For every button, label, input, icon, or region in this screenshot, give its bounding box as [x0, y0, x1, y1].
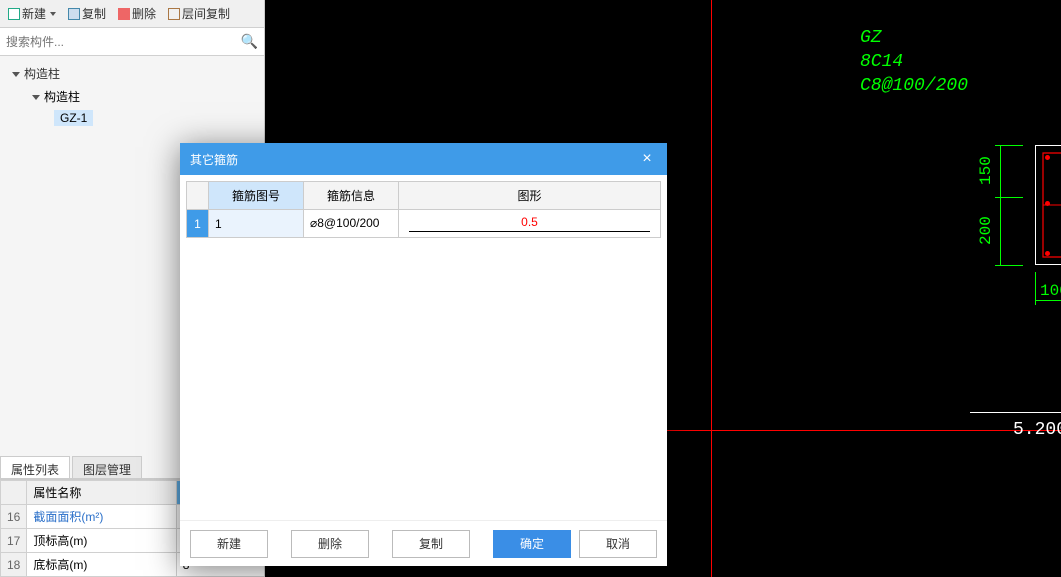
caret-icon [12, 72, 20, 77]
dlg-delete-button[interactable]: 删除 [291, 530, 369, 558]
section-range: 5.200~8.000m [1013, 420, 1061, 440]
layer-copy-label: 层间复制 [182, 5, 230, 22]
row-number: 17 [1, 529, 27, 553]
tree-group-label: 构造柱 [44, 90, 80, 104]
dialog-body: 箍筋图号 箍筋信息 图形 1 1 ⌀8@100/200 0.5 [180, 175, 667, 520]
new-label: 新建 [22, 5, 46, 22]
dialog-titlebar[interactable]: 其它箍筋 × [180, 143, 667, 175]
layer-copy-button[interactable]: 层间复制 [164, 3, 234, 24]
rebar-dot [1045, 251, 1050, 256]
dim-line [1035, 272, 1036, 305]
tree-item-gz1[interactable]: GZ-1 [4, 108, 260, 128]
new-button[interactable]: 新建 [4, 3, 60, 24]
dim-200v: 200 [977, 216, 995, 245]
tree-item-label: GZ-1 [54, 110, 93, 126]
shape-value: 0.5 [409, 215, 650, 232]
tab-property-list[interactable]: 属性列表 [0, 456, 70, 478]
caret-icon [32, 95, 40, 100]
header-fig-no[interactable]: 箍筋图号 [209, 182, 304, 210]
tree-group[interactable]: 构造柱 [4, 85, 260, 108]
section-underline [970, 412, 1061, 413]
rebar-dot [1045, 201, 1050, 206]
layer-copy-icon [168, 8, 180, 20]
copy-label: 复制 [82, 5, 106, 22]
search-input[interactable] [6, 35, 241, 49]
header-blank [1, 481, 27, 505]
column-label-stirrup: C8@100/200 [860, 76, 968, 96]
stirrup-dialog: 其它箍筋 × 箍筋图号 箍筋信息 图形 1 1 ⌀8@100/200 0.5 新… [180, 143, 667, 566]
prop-name: 底标高(m) [27, 553, 176, 577]
cell-info[interactable]: ⌀8@100/200 [304, 210, 399, 238]
column-label-bars: 8C14 [860, 52, 903, 72]
dlg-copy-button[interactable]: 复制 [392, 530, 470, 558]
copy-icon [68, 8, 80, 20]
dialog-footer: 新建 删除 复制 确定 取消 [180, 520, 667, 566]
cell-info-text: 8@100/200 [317, 216, 379, 230]
prop-name: 截面面积(m²) [27, 505, 176, 529]
axis-line-vertical [711, 0, 712, 577]
rebar-dot [1045, 155, 1050, 160]
dlg-cancel-button[interactable]: 取消 [579, 530, 657, 558]
component-toolbar: 新建 复制 删除 层间复制 [0, 0, 264, 28]
search-row: 🔍 [0, 28, 264, 56]
header-blank [187, 182, 209, 210]
stirrup-table: 箍筋图号 箍筋信息 图形 1 1 ⌀8@100/200 0.5 [186, 181, 661, 238]
copy-button[interactable]: 复制 [64, 3, 110, 24]
tree-root-label: 构造柱 [24, 67, 60, 81]
delete-button[interactable]: 删除 [114, 3, 160, 24]
dim-line [1000, 145, 1001, 265]
dlg-ok-button[interactable]: 确定 [493, 530, 571, 558]
row-number: 1 [187, 210, 209, 238]
close-icon[interactable]: × [637, 150, 657, 168]
dlg-new-button[interactable]: 新建 [190, 530, 268, 558]
dialog-title-text: 其它箍筋 [190, 151, 238, 168]
dim-line [995, 265, 1023, 266]
dim-line [1035, 300, 1061, 301]
dim-line [995, 197, 1023, 198]
tree-root[interactable]: 构造柱 [4, 62, 260, 85]
header-info[interactable]: 箍筋信息 [304, 182, 399, 210]
search-icon[interactable]: 🔍 [241, 33, 258, 50]
column-label-gz: GZ [860, 28, 882, 48]
tab-layer-manage[interactable]: 图层管理 [72, 456, 142, 478]
new-icon [8, 8, 20, 20]
dim-line [995, 145, 1023, 146]
header-name: 属性名称 [27, 481, 176, 505]
dim-150: 150 [977, 156, 995, 185]
row-number: 16 [1, 505, 27, 529]
delete-label: 删除 [132, 5, 156, 22]
column-section [1035, 145, 1061, 265]
cell-fig-no[interactable]: 1 [209, 210, 304, 238]
header-shape[interactable]: 图形 [399, 182, 661, 210]
prop-name: 顶标高(m) [27, 529, 176, 553]
table-row[interactable]: 1 1 ⌀8@100/200 0.5 [187, 210, 661, 238]
dim-100: 100 [1040, 282, 1061, 300]
delete-icon [118, 8, 130, 20]
dropdown-icon [50, 12, 56, 16]
cell-shape[interactable]: 0.5 [399, 210, 661, 238]
row-number: 18 [1, 553, 27, 577]
